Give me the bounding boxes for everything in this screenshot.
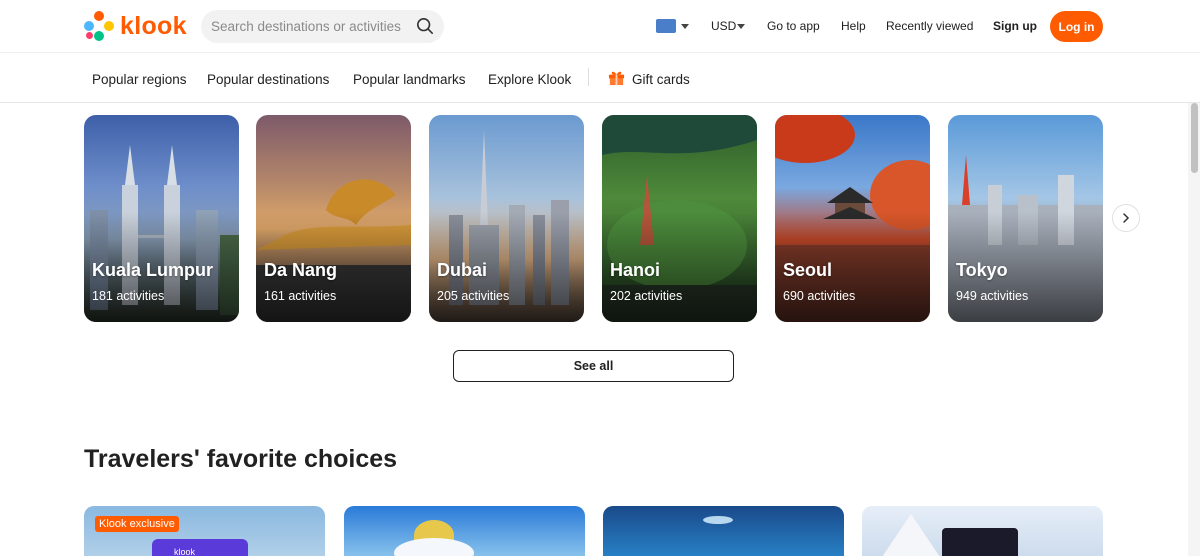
card-brand-text: klook: [174, 547, 196, 556]
card-image-device: [942, 528, 1018, 556]
destination-name: Tokyo: [956, 260, 1008, 280]
page: klook USD Go to app Help Recently viewed…: [0, 0, 1200, 556]
destination-activity-count: 181 activities: [92, 289, 165, 303]
klook-logo-icon: [84, 11, 114, 41]
destination-activity-count: 202 activities: [610, 289, 683, 303]
destination-name: Hanoi: [610, 260, 661, 280]
nav-explore-klook[interactable]: Explore Klook: [488, 72, 571, 87]
carousel-next-button[interactable]: [1112, 204, 1140, 232]
nav-divider: [588, 68, 589, 86]
favorite-card[interactable]: [862, 506, 1103, 556]
destination-card-tokyo[interactable]: Tokyo 949 activities: [948, 115, 1103, 322]
destination-name: Dubai: [437, 260, 488, 280]
nav-popular-destinations[interactable]: Popular destinations: [207, 72, 329, 87]
sign-up-link[interactable]: Sign up: [993, 19, 1037, 33]
destination-card-kuala-lumpur[interactable]: Kuala Lumpur 181 activities: [84, 115, 239, 322]
scrollbar-thumb[interactable]: [1191, 103, 1198, 173]
category-nav: Popular regions Popular destinations Pop…: [0, 53, 1200, 103]
destination-card-dubai[interactable]: Dubai 205 activities: [429, 115, 584, 322]
card-image: [703, 516, 733, 524]
search-bar[interactable]: [201, 10, 444, 43]
currency-selector[interactable]: USD: [711, 19, 736, 33]
chevron-down-icon[interactable]: [737, 24, 745, 29]
help-link[interactable]: Help: [841, 19, 866, 33]
destination-activity-count: 205 activities: [437, 289, 510, 303]
destination-name: Kuala Lumpur: [92, 260, 214, 280]
destination-activity-count: 949 activities: [956, 289, 1029, 303]
log-in-button[interactable]: Log in: [1050, 11, 1103, 42]
gift-icon[interactable]: [608, 69, 625, 86]
chevron-down-icon[interactable]: [681, 24, 689, 29]
destination-card-da-nang[interactable]: Da Nang 161 activities: [256, 115, 411, 322]
top-bar: klook USD Go to app Help Recently viewed…: [0, 0, 1200, 53]
favorite-card[interactable]: Klook exclusive klook: [84, 506, 325, 556]
card-image: [876, 514, 946, 556]
chevron-right-icon: [1123, 213, 1130, 223]
nav-popular-regions[interactable]: Popular regions: [92, 72, 187, 87]
klook-exclusive-badge: Klook exclusive: [95, 516, 179, 532]
search-input[interactable]: [211, 19, 411, 34]
gift-cards-link[interactable]: Gift cards: [632, 72, 690, 87]
recently-viewed-link[interactable]: Recently viewed: [886, 19, 973, 33]
logo-text: klook: [120, 11, 187, 40]
klook-logo[interactable]: klook: [84, 10, 187, 42]
go-to-app-link[interactable]: Go to app: [767, 19, 820, 33]
card-image-product: klook: [152, 539, 248, 556]
favorite-card[interactable]: [344, 506, 585, 556]
favorite-card[interactable]: [603, 506, 844, 556]
destination-card-hanoi[interactable]: Hanoi 202 activities: [602, 115, 757, 322]
search-icon[interactable]: [416, 17, 434, 35]
destination-activity-count: 690 activities: [783, 289, 856, 303]
section-title: Travelers' favorite choices: [84, 445, 398, 473]
nav-popular-landmarks[interactable]: Popular landmarks: [353, 72, 466, 87]
language-flag-icon[interactable]: [656, 19, 676, 33]
destination-name: Da Nang: [264, 260, 338, 280]
see-all-button[interactable]: See all: [453, 350, 734, 382]
destination-name: Seoul: [783, 260, 833, 280]
destination-card-seoul[interactable]: Seoul 690 activities: [775, 115, 930, 322]
destination-activity-count: 161 activities: [264, 289, 337, 303]
